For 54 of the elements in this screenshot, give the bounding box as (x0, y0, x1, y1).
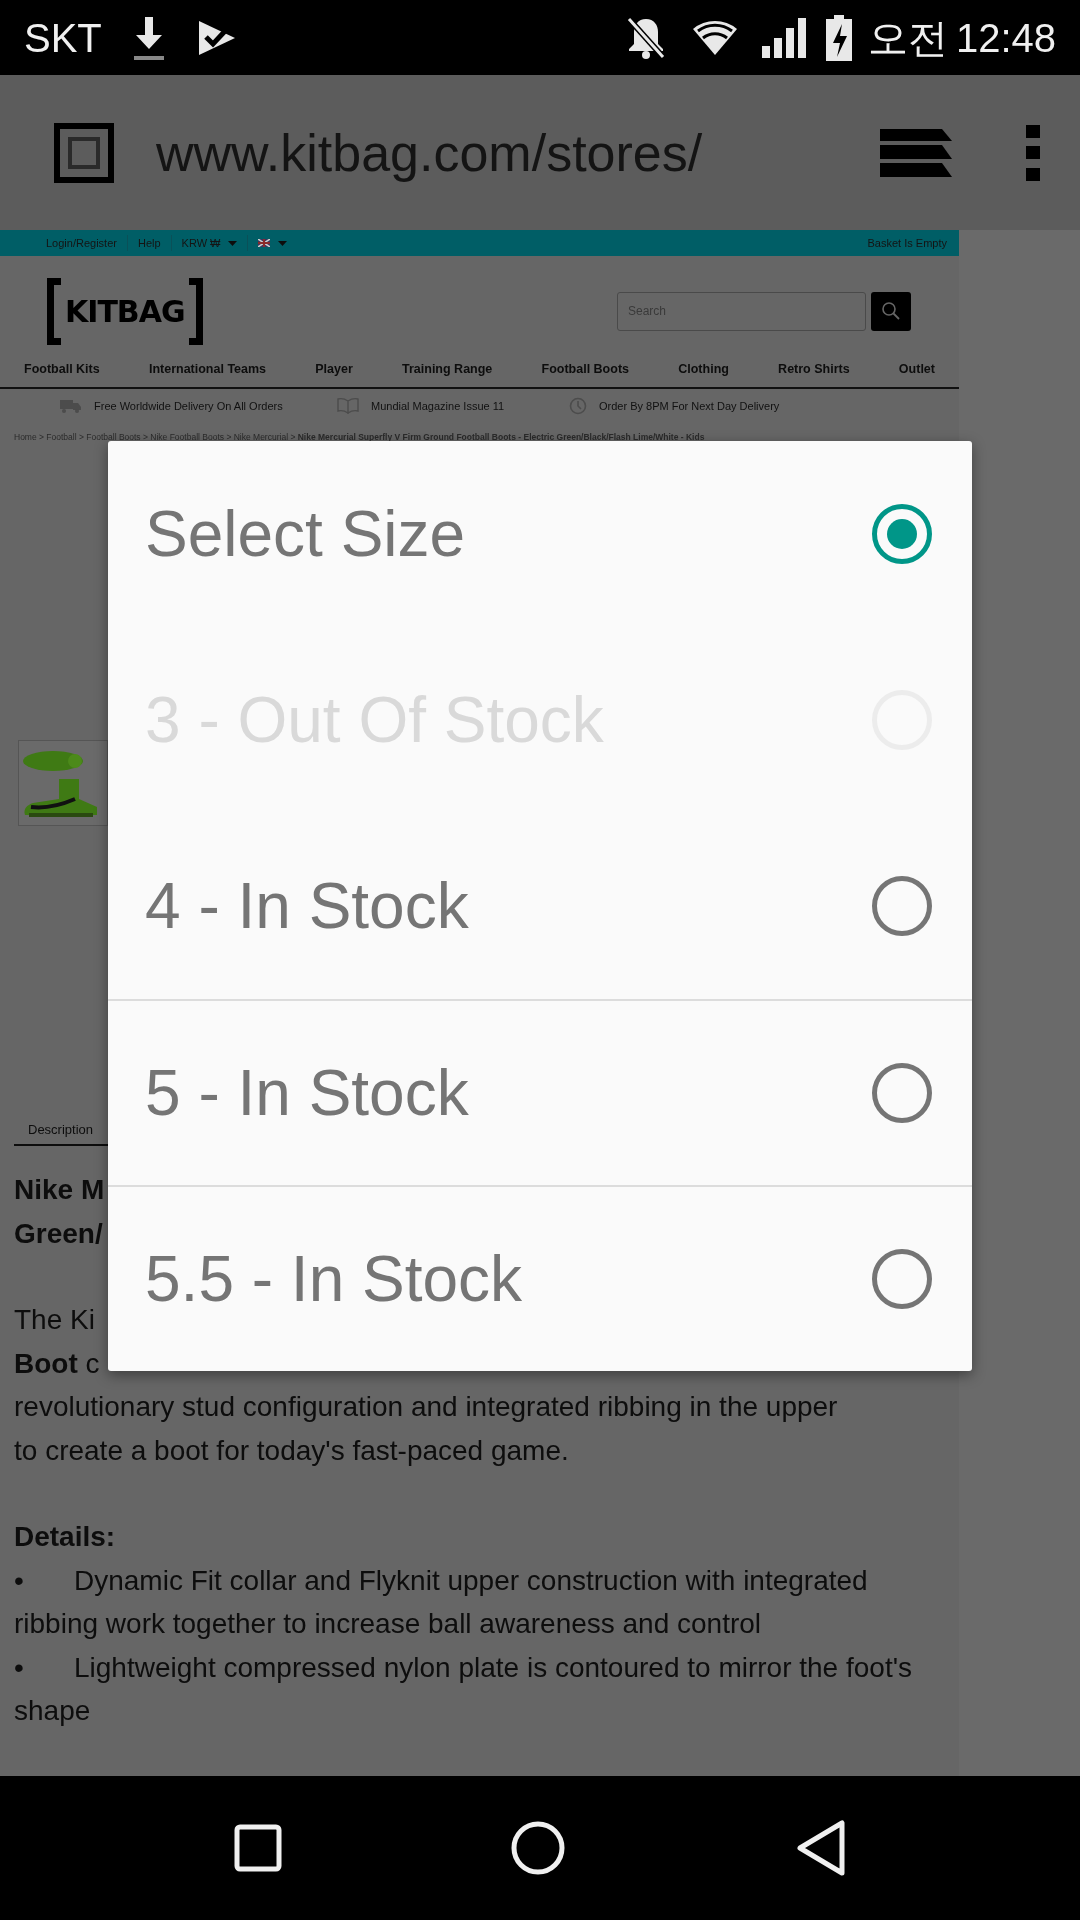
download-icon (131, 14, 166, 61)
book-icon (337, 397, 359, 415)
bell-off-icon (625, 15, 666, 60)
carrier-name: SKT (24, 14, 102, 62)
size-option[interactable]: 5.5 - In Stock (108, 1185, 972, 1371)
battery-charging-icon (825, 14, 852, 61)
radio-button[interactable] (872, 876, 932, 936)
time-period: 오전 (867, 14, 948, 62)
flag-icon[interactable] (258, 239, 271, 247)
nav-link[interactable]: Player (315, 360, 353, 379)
info-text: Mundial Magazine Issue 11 (371, 398, 505, 414)
info-text: Order By 8PM For Next Day Delivery (599, 398, 780, 414)
info-text: Free Worldwide Delivery On All Orders (94, 398, 283, 414)
nav-link[interactable]: Football Boots (541, 360, 629, 379)
top-link[interactable]: Help (127, 234, 172, 252)
nav-link[interactable]: International Teams (148, 360, 267, 379)
paragraph-line: Boot c (14, 1346, 100, 1381)
caret-icon[interactable] (278, 240, 288, 246)
title-text: Nike M (14, 1173, 105, 1207)
basket-link[interactable]: Basket Is Empty (867, 234, 947, 252)
details-heading: Details: (14, 1520, 116, 1554)
size-option[interactable]: Select Size (108, 441, 972, 627)
signal-icon (761, 17, 806, 58)
size-option[interactable]: 4 - In Stock (108, 813, 972, 999)
paragraph-line: to create a boot for today's fast-paced game. (14, 1433, 569, 1468)
radio-button[interactable] (872, 1063, 932, 1123)
title-text: Green/ (14, 1216, 103, 1251)
bullet-text: • Dynamic Fit collar and Flyknit upper construction with integrated ribbing work together to increase ball awareness and control (14, 1563, 869, 1641)
clock-time: 12:48 (955, 14, 1056, 62)
paragraph-line: The Ki (14, 1303, 95, 1337)
site-logo[interactable]: KITBAG (47, 277, 203, 345)
menu-icon[interactable] (1026, 124, 1040, 181)
top-link[interactable]: Login/Register (36, 234, 128, 252)
clock-icon (569, 396, 587, 415)
tabs-icon[interactable] (880, 128, 954, 177)
nav-link[interactable]: Football Kits (24, 360, 100, 379)
radio-button[interactable] (872, 504, 932, 564)
nav-link[interactable]: Retro Shirts (778, 360, 850, 379)
site-logo-icon[interactable] (54, 122, 114, 183)
search-button[interactable] (871, 291, 911, 331)
paragraph-line: revolutionary stud configuration and integrated ribbing in the upper (14, 1390, 838, 1424)
nav-link[interactable]: Clothing (678, 360, 729, 379)
radio-button[interactable] (872, 1249, 932, 1309)
size-option[interactable]: 5 - In Stock (108, 999, 972, 1185)
search-icon (881, 301, 901, 321)
home-button[interactable] (511, 1821, 565, 1875)
recents-button[interactable] (234, 1824, 283, 1872)
bullet-text: • Lightweight compressed nylon plate is contoured to mirror the foot's shape (14, 1650, 913, 1728)
currency-dropdown[interactable]: KRW ₩ (171, 234, 249, 252)
wifi-icon (691, 18, 738, 57)
nav-link[interactable]: Training Range (402, 360, 493, 379)
nav-link[interactable]: Outlet (898, 360, 935, 379)
truck-icon (60, 398, 82, 413)
caret-icon (228, 240, 238, 246)
